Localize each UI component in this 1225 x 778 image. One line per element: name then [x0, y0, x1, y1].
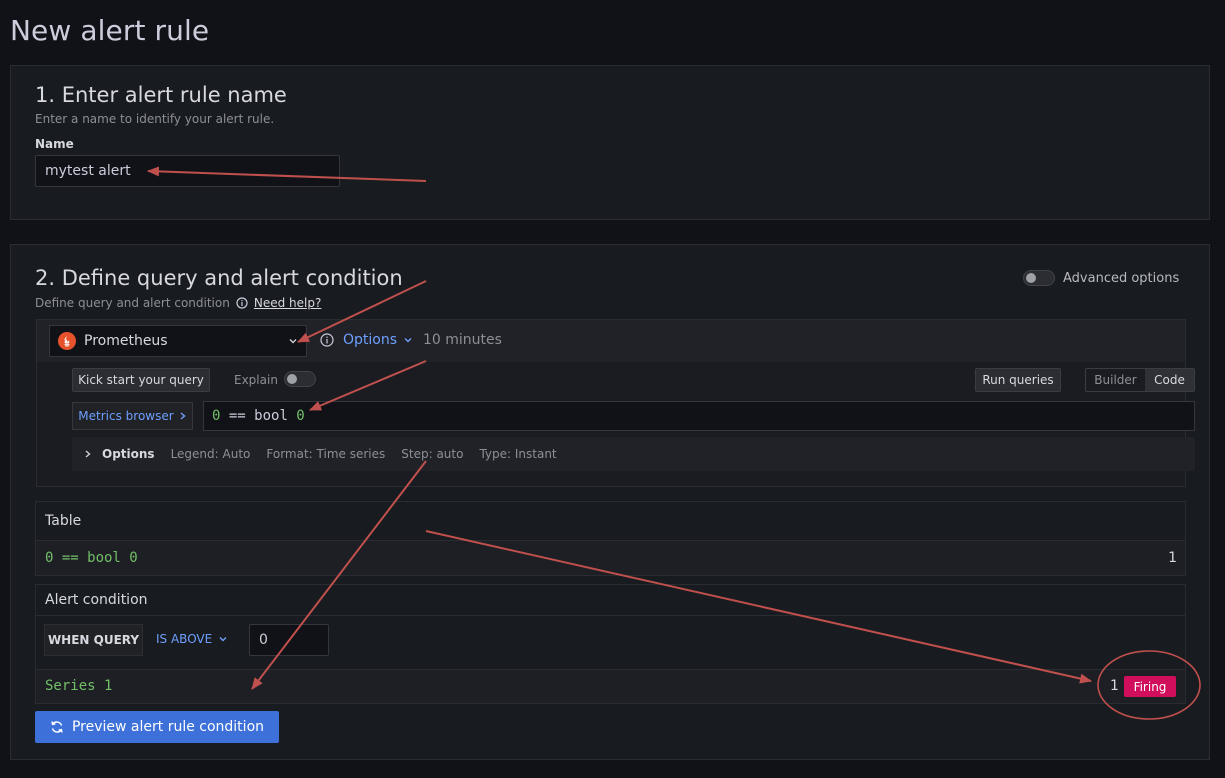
editor-mode-switch: Builder Code: [1085, 368, 1195, 392]
chevron-down-icon: [218, 634, 228, 644]
query-options-row[interactable]: Options Legend: Auto Format: Time series…: [72, 437, 1195, 471]
explain-toggle[interactable]: [284, 371, 316, 387]
mode-code-button[interactable]: Code: [1145, 369, 1194, 391]
section-rule-name: 1. Enter alert rule name Enter a name to…: [10, 65, 1210, 220]
datasource-name: Prometheus: [84, 333, 168, 349]
query-time-range: 10 minutes: [423, 332, 502, 348]
condition-operator-label: IS ABOVE: [156, 632, 213, 646]
when-query-label: WHEN QUERY: [44, 624, 143, 656]
alert-condition-title: Alert condition: [45, 592, 148, 608]
sync-icon: [50, 720, 64, 734]
section1-title: 1. Enter alert rule name: [35, 83, 287, 107]
options-format: Format: Time series: [266, 447, 386, 461]
series-label: Series 1: [45, 678, 113, 694]
firing-badge: Firing: [1124, 676, 1176, 697]
advanced-options-label: Advanced options: [1063, 271, 1180, 286]
rule-name-input[interactable]: mytest alert: [35, 155, 340, 187]
expr-token-0: 0: [212, 408, 221, 424]
options-step: Step: auto: [401, 447, 464, 461]
options-type: Type: Instant: [479, 447, 557, 461]
threshold-value: 0: [259, 632, 268, 648]
table-row-value: 1: [1168, 550, 1177, 566]
threshold-input[interactable]: 0: [249, 624, 329, 656]
options-legend: Legend: Auto: [170, 447, 251, 461]
preview-alert-button[interactable]: Preview alert rule condition: [35, 711, 279, 743]
chevron-right-icon: [84, 449, 92, 459]
name-label: Name: [35, 137, 74, 151]
expr-token-1: 0: [296, 408, 305, 424]
page-title: New alert rule: [10, 14, 210, 47]
table-row-label: 0 == bool 0: [45, 550, 138, 566]
metrics-browser-label: Metrics browser: [78, 409, 174, 423]
section1-description: Enter a name to identify your alert rule…: [35, 112, 275, 126]
query-expression-input[interactable]: 0 == bool 0: [203, 401, 1195, 431]
explain-label: Explain: [234, 373, 278, 387]
preview-alert-label: Preview alert rule condition: [71, 719, 265, 735]
section2-title: 2. Define query and alert condition: [35, 266, 403, 290]
section2-description-text: Define query and alert condition: [35, 296, 230, 310]
expr-token-op: == bool: [220, 408, 297, 424]
chevron-down-icon: [288, 336, 298, 346]
chevron-right-icon: [179, 411, 187, 421]
metrics-browser-button[interactable]: Metrics browser: [72, 402, 193, 430]
advanced-options-toggle[interactable]: [1023, 270, 1055, 286]
table-panel-title: Table: [45, 513, 82, 529]
kick-start-button[interactable]: Kick start your query: [72, 368, 210, 392]
info-circle-icon: [320, 333, 334, 347]
prometheus-logo: [58, 332, 76, 350]
section-query-condition: 2. Define query and alert condition Defi…: [10, 244, 1210, 760]
condition-operator-select[interactable]: IS ABOVE: [156, 632, 228, 646]
options-row-title: Options: [102, 447, 155, 461]
section2-description: Define query and alert condition Need he…: [35, 296, 321, 310]
series-value: 1: [1110, 678, 1119, 694]
table-row: 0 == bool 0 1: [36, 540, 1185, 575]
alert-condition-panel: Alert condition WHEN QUERY IS ABOVE 0 Se…: [35, 584, 1186, 704]
query-options-toggle[interactable]: Options: [343, 332, 413, 348]
series-row: Series 1 1 Firing: [36, 669, 1185, 703]
run-queries-button[interactable]: Run queries: [975, 368, 1061, 392]
mode-builder-button[interactable]: Builder: [1086, 369, 1145, 391]
info-circle-icon: [236, 297, 248, 309]
chevron-down-icon: [403, 335, 413, 345]
query-editor: Prometheus Options 10 minutes Kick start…: [36, 319, 1195, 487]
need-help-link[interactable]: Need help?: [254, 296, 321, 310]
datasource-select[interactable]: Prometheus: [49, 325, 307, 357]
table-panel: Table 0 == bool 0 1: [35, 501, 1186, 576]
query-options-label: Options: [343, 332, 398, 348]
rule-name-value: mytest alert: [45, 163, 131, 179]
